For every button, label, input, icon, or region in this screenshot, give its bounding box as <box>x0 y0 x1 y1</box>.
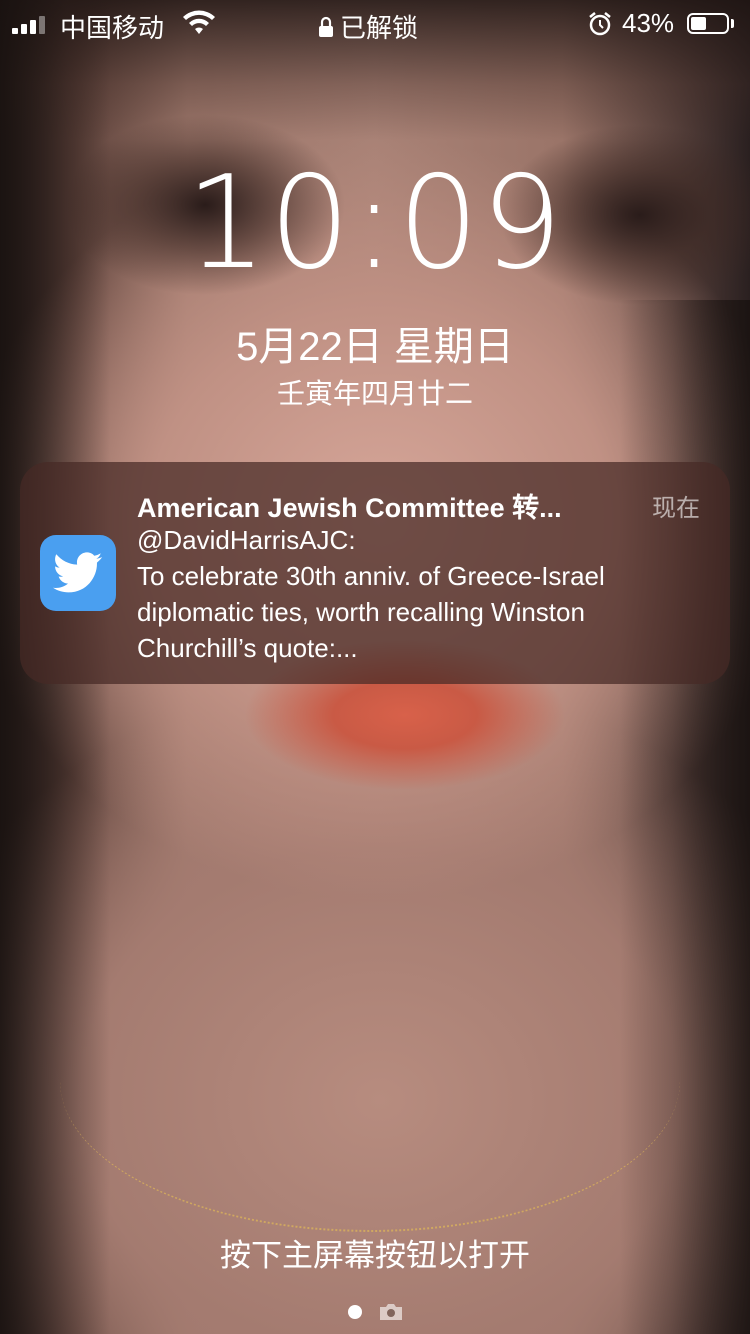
alarm-icon <box>589 12 611 36</box>
lockscreen-lunar-date: 壬寅年四月廿二 <box>276 378 473 409</box>
wallpaper-hair-right <box>620 300 750 1334</box>
lock-status-label: 已解锁 <box>340 13 419 43</box>
notification-body-line: Churchill’s quote:... <box>137 633 358 663</box>
lockscreen-date: 5月22日 星期日 <box>236 325 514 369</box>
notification-time: 现在 <box>652 495 700 522</box>
lock-status: 已解锁 <box>318 8 418 45</box>
carrier-name: 中国移动 <box>60 13 165 43</box>
battery-cap <box>731 19 734 28</box>
battery-fill <box>691 17 706 30</box>
battery-percent: 43% <box>622 8 675 38</box>
notification-title: American Jewish Committee 转... <box>137 493 562 523</box>
signal-icon <box>12 14 52 34</box>
wallpaper-necklace <box>60 930 680 1232</box>
camera-icon[interactable] <box>378 1302 404 1322</box>
unlock-hint: 按下主屏幕按钮以打开 <box>220 1238 530 1273</box>
page-indicator <box>0 1300 750 1324</box>
page-dot[interactable] <box>348 1305 362 1319</box>
lockscreen-time: 10:09 <box>185 149 565 298</box>
twitter-icon <box>40 535 116 611</box>
notification-card[interactable]: American Jewish Committee 转... 现在 @David… <box>20 462 730 684</box>
wifi-icon <box>183 10 215 34</box>
notification-body-line: To celebrate 30th anniv. of Greece-Israe… <box>137 561 605 591</box>
lock-icon <box>319 16 333 37</box>
battery-icon <box>687 13 729 34</box>
notification-body-line: @DavidHarrisAJC: <box>137 525 356 555</box>
status-bar: 中国移动 已解锁 43% <box>0 0 750 48</box>
notification-body: @DavidHarrisAJC: To celebrate 30th anniv… <box>137 522 707 666</box>
notification-body-line: diplomatic ties, worth recalling Winston <box>137 597 585 627</box>
